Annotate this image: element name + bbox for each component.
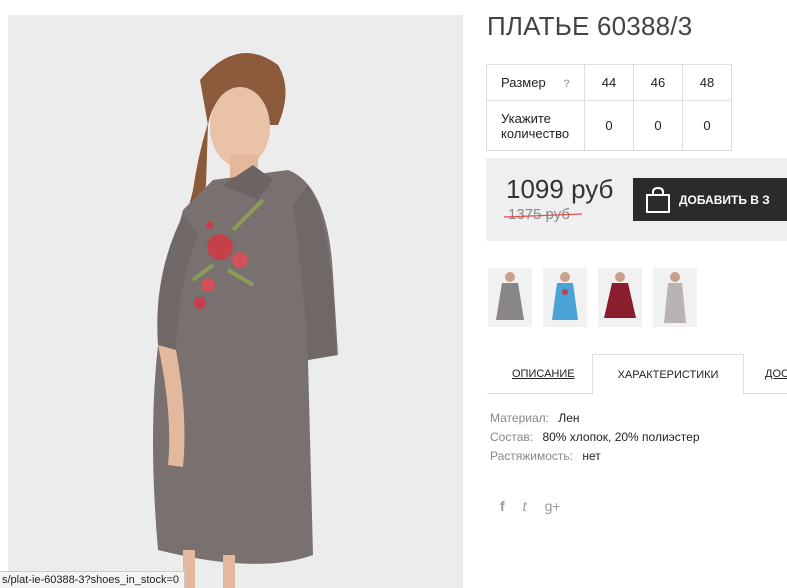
strikethrough-line xyxy=(504,213,582,218)
help-icon[interactable]: ? xyxy=(563,78,570,90)
googleplus-icon[interactable]: g+ xyxy=(545,498,561,514)
spec-material-key: Материал: xyxy=(490,411,549,425)
add-to-cart-label: ДОБАВИТЬ В З xyxy=(679,192,770,207)
size-quantity-table: Размер ? 44 46 48 Укажите количество 0 0… xyxy=(486,64,732,151)
thumbnail-blue[interactable] xyxy=(543,268,587,327)
thumbnail-grey[interactable] xyxy=(488,268,532,327)
spec-composition-key: Состав: xyxy=(490,430,534,444)
quantity-label-line1: Укажите xyxy=(501,110,551,126)
shopping-bag-icon xyxy=(646,186,670,213)
spec-stretch-key: Растяжимость: xyxy=(490,449,574,463)
tab-description[interactable]: ОПИСАНИЕ xyxy=(512,354,575,394)
quantity-label-cell: Укажите количество xyxy=(486,100,585,151)
size-44: 44 xyxy=(584,64,634,101)
product-tabs: ОПИСАНИЕ ХАРАКТЕРИСТИКИ ДОС xyxy=(487,354,787,395)
spec-stretch-value: нет xyxy=(582,449,601,463)
specs-panel: Материал: Лен Состав: 80% хлопок, 20% по… xyxy=(490,409,700,466)
old-price: 1375 руб xyxy=(504,206,582,223)
tab-delivery[interactable]: ДОС xyxy=(765,354,787,394)
thumbnail-burgundy[interactable] xyxy=(598,268,642,327)
quantity-label-line2: количество xyxy=(501,125,570,141)
quantity-input-44[interactable]: 0 xyxy=(584,100,634,151)
tab-characteristics[interactable]: ХАРАКТЕРИСТИКИ xyxy=(592,354,744,395)
add-to-cart-button[interactable]: ДОБАВИТЬ В З xyxy=(633,178,787,221)
size-label-cell: Размер ? xyxy=(486,64,585,101)
quantity-input-46[interactable]: 0 xyxy=(633,100,683,151)
current-price: 1099 руб xyxy=(506,174,614,204)
twitter-icon[interactable]: t xyxy=(523,498,527,514)
browser-status-bar: s/plat-ie-60388-3?shoes_in_stock=0 xyxy=(0,571,186,588)
facebook-icon[interactable]: f xyxy=(500,498,505,514)
size-label: Размер xyxy=(501,75,546,90)
spec-stretch: Растяжимость: нет xyxy=(490,447,700,466)
quantity-input-48[interactable]: 0 xyxy=(682,100,732,151)
spec-composition: Состав: 80% хлопок, 20% полиэстер xyxy=(490,428,700,447)
size-46: 46 xyxy=(633,64,683,101)
size-48: 48 xyxy=(682,64,732,101)
thumbnail-strip xyxy=(488,268,708,327)
product-title: ПЛАТЬЕ 60388/3 xyxy=(487,11,693,41)
social-share: f t g+ xyxy=(500,498,579,514)
thumbnail-light-grey[interactable] xyxy=(653,268,697,327)
price-box: 1099 руб 1375 руб ДОБАВИТЬ В З xyxy=(486,158,787,241)
spec-material-value: Лен xyxy=(558,411,580,425)
product-main-image[interactable] xyxy=(8,15,463,588)
spec-material: Материал: Лен xyxy=(490,409,700,428)
spec-composition-value: 80% хлопок, 20% полиэстер xyxy=(542,430,700,444)
